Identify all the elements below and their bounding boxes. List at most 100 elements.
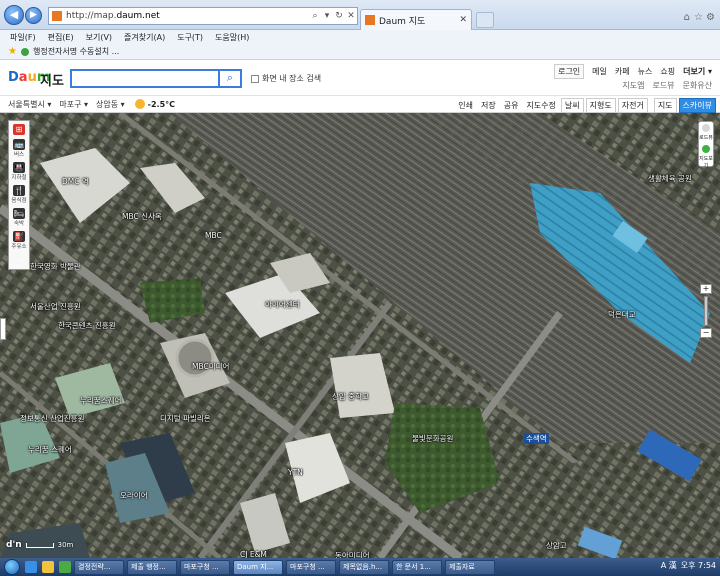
category-lodging[interactable]: 🛏 숙박 xyxy=(10,208,28,227)
menu-view[interactable]: 보기(V) xyxy=(86,32,112,43)
map-label[interactable]: 정보통신 산업진흥원 xyxy=(20,413,84,424)
category-home[interactable]: ⊞ xyxy=(10,124,28,135)
taskbar-button[interactable]: 마포구청 ... xyxy=(180,559,230,575)
map-label[interactable]: 누리꿈 스퀘어 xyxy=(28,444,72,455)
map-mode-icon xyxy=(702,145,710,153)
link-news[interactable]: 뉴스 xyxy=(638,66,653,77)
side-panel-handle[interactable] xyxy=(0,318,6,340)
district-select[interactable]: 마포구 ▾ xyxy=(59,99,88,110)
link-mail[interactable]: 메일 xyxy=(592,66,607,77)
link-cafe[interactable]: 카페 xyxy=(615,66,630,77)
map-label[interactable]: 덕은대교 xyxy=(608,309,636,320)
link-heritage[interactable]: 문화유산 xyxy=(683,80,712,91)
favorite-item[interactable]: 행정전자서명 수동설치 ... xyxy=(33,46,119,57)
search-button[interactable]: ⌕ xyxy=(218,69,242,88)
map-label-station[interactable]: 수색역 xyxy=(524,433,549,444)
address-search-icon[interactable]: ⌕ xyxy=(309,11,321,21)
zoom-out-button[interactable]: − xyxy=(700,328,712,338)
clock[interactable]: 오후 7:54 xyxy=(681,560,716,571)
city-select[interactable]: 서울특별시 ▾ xyxy=(8,99,51,110)
map-label[interactable]: MBC미디어 xyxy=(192,361,229,372)
bicycle-toggle[interactable]: 자전거 xyxy=(617,98,648,113)
map-label[interactable]: 아이어센터 xyxy=(265,299,300,310)
favorites-star-icon[interactable]: ☆ xyxy=(694,12,703,23)
map-label[interactable]: 오라이어 xyxy=(120,490,148,501)
favorite-item-icon xyxy=(20,47,29,56)
print-button[interactable]: 인쇄 xyxy=(455,99,476,112)
map-label[interactable]: CJ E&M xyxy=(240,550,267,558)
favorites-star-icon[interactable]: ★ xyxy=(8,46,17,57)
taskbar-button[interactable]: 마포구청 ... xyxy=(286,559,336,575)
media-quicklaunch-icon[interactable] xyxy=(59,561,71,573)
dong-select[interactable]: 상암동 ▾ xyxy=(96,99,125,110)
refresh-icon[interactable]: ↻ xyxy=(333,11,345,21)
map-view-button[interactable]: 지도 xyxy=(653,98,677,113)
screen-search-toggle[interactable]: 화면 내 장소 검색 xyxy=(251,73,321,84)
category-toolbar: ⊞ 🚌 버스 🚇 지하철 🍴 음식점 🛏 숙박 ⛽ 주유소 xyxy=(8,120,30,270)
map-label[interactable]: MBC xyxy=(205,231,222,240)
link-roadview[interactable]: 로드뷰 xyxy=(652,80,674,91)
start-button[interactable] xyxy=(4,559,20,575)
category-restaurant[interactable]: 🍴 음식점 xyxy=(10,185,28,204)
back-button[interactable]: ◀ xyxy=(4,5,24,25)
edit-map-button[interactable]: 지도수정 xyxy=(523,99,558,112)
map-label[interactable]: 상암 중학교 xyxy=(332,391,369,402)
save-button[interactable]: 저장 xyxy=(478,99,499,112)
menu-tools[interactable]: 도구(T) xyxy=(177,32,203,43)
zoom-slider[interactable] xyxy=(704,296,708,326)
menu-edit[interactable]: 편집(E) xyxy=(48,32,74,43)
share-button[interactable]: 공유 xyxy=(501,99,522,112)
map-label[interactable]: 서울산업 진흥원 xyxy=(30,301,81,312)
ime-indicator[interactable]: A 漢 xyxy=(661,560,677,571)
terrain-toggle[interactable]: 지형도 xyxy=(585,98,616,113)
menu-file[interactable]: 파일(F) xyxy=(10,32,36,43)
map-label[interactable]: YTN xyxy=(288,468,303,477)
link-shopping[interactable]: 쇼핑 xyxy=(660,66,675,77)
taskbar-button-active[interactable]: Daum 지... xyxy=(233,559,283,575)
category-subway[interactable]: 🚇 지하철 xyxy=(10,162,28,181)
explorer-quicklaunch-icon[interactable] xyxy=(42,561,54,573)
tab-daum-map[interactable]: Daum 지도 ✕ xyxy=(360,9,472,30)
address-dropdown-icon[interactable]: ▾ xyxy=(321,11,333,21)
map-label[interactable]: 한국영화 박물관 xyxy=(30,261,81,272)
map-label[interactable]: 상암고 xyxy=(546,540,567,551)
taskbar-button[interactable]: 제목없음.h... xyxy=(339,559,389,575)
ie-quicklaunch-icon[interactable] xyxy=(25,561,37,573)
map-label[interactable]: 한국콘텐츠 진흥원 xyxy=(58,320,116,331)
map-canvas[interactable]: DMC 역 MBC 신사옥 MBC 한국영화 박물관 서울산업 진흥원 한국콘텐… xyxy=(0,113,720,558)
map-label[interactable]: MBC 신사옥 xyxy=(122,211,162,222)
forward-button[interactable]: ▶ xyxy=(25,7,42,24)
favorites-bar: ★ 행정전자서명 수동설치 ... xyxy=(0,44,720,60)
link-more[interactable]: 더보기 ▾ xyxy=(683,66,712,77)
taskbar-button[interactable]: 결정전략... xyxy=(74,559,124,575)
new-tab-button[interactable] xyxy=(476,12,494,28)
map-label[interactable]: 누리꿈스퀘어 xyxy=(80,395,121,406)
map-label[interactable]: DMC 역 xyxy=(62,176,89,187)
menu-help[interactable]: 도움말(H) xyxy=(215,32,249,43)
site-favicon-icon xyxy=(52,11,62,21)
skyview-button[interactable]: 스카이뷰 xyxy=(678,98,716,113)
taskbar-button[interactable]: 제출 행정... xyxy=(127,559,177,575)
weather-toggle[interactable]: 날씨 xyxy=(560,98,584,113)
map-label[interactable]: 디지털 파빌리온 xyxy=(160,413,211,424)
stop-icon[interactable]: ✕ xyxy=(345,11,357,21)
taskbar-button[interactable]: 한 문서 1... xyxy=(392,559,442,575)
tools-gear-icon[interactable]: ⚙ xyxy=(706,12,715,23)
map-label[interactable]: 물빛문화공원 xyxy=(412,433,453,444)
service-name[interactable]: 지도 xyxy=(40,70,64,89)
home-icon[interactable]: ⌂ xyxy=(684,12,690,23)
search-input[interactable] xyxy=(70,69,218,88)
category-bus[interactable]: 🚌 버스 xyxy=(10,139,28,158)
map-label[interactable]: 생활체육 공원 xyxy=(648,173,692,184)
link-map-app[interactable]: 지도앱 xyxy=(622,80,644,91)
menu-favorites[interactable]: 즐겨찾기(A) xyxy=(124,32,165,43)
roadview-control[interactable]: 로드뷰 지도보기 xyxy=(698,121,714,169)
login-button[interactable]: 로그인 xyxy=(554,64,585,79)
tab-close-icon[interactable]: ✕ xyxy=(459,15,467,25)
screen-search-checkbox[interactable] xyxy=(251,74,259,83)
address-bar[interactable]: http://map.daum.net ⌕ ▾ ↻ ✕ xyxy=(48,7,358,25)
zoom-in-button[interactable]: + xyxy=(700,284,712,294)
map-label[interactable]: 동아미디어 xyxy=(335,550,370,558)
taskbar-button[interactable]: 제출자료 xyxy=(445,559,495,575)
category-gas[interactable]: ⛽ 주유소 xyxy=(10,231,28,250)
